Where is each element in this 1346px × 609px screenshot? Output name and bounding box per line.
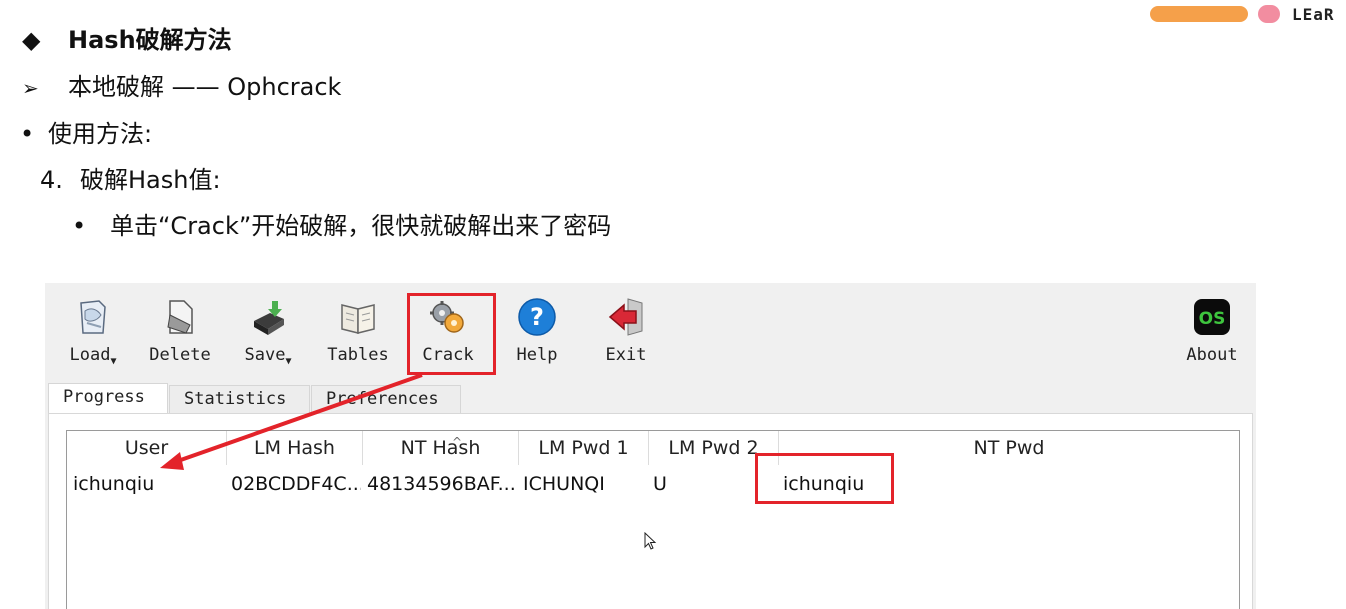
about-button[interactable]: OS About (1172, 297, 1252, 379)
hash-table: User ^ LM Hash NT Hash LM Pwd 1 LM Pwd 2 … (66, 430, 1240, 609)
logo-pill (1150, 6, 1248, 22)
step-text: 破解Hash值: (80, 166, 221, 194)
tables-button[interactable]: Tables (318, 297, 398, 379)
save-button[interactable]: Save▼ (228, 297, 308, 379)
slide-step: 4. 破解Hash值: (40, 160, 221, 195)
exit-label: Exit (605, 345, 647, 365)
ophcrack-window: Load▼ Delete Save▼ Tables Crack ? Help E… (45, 283, 1256, 609)
load-label: Load (69, 345, 111, 365)
about-icon: OS (1192, 297, 1232, 337)
help-button[interactable]: ? Help (497, 297, 577, 379)
column-header-lm-pwd-1[interactable]: LM Pwd 1 (519, 431, 649, 465)
about-label: About (1186, 345, 1238, 365)
column-header-nt-hash[interactable]: NT Hash (363, 431, 519, 465)
step-number: 4. (40, 166, 63, 194)
arrow-bullet-icon: ➢ (22, 76, 39, 100)
progress-panel: User ^ LM Hash NT Hash LM Pwd 1 LM Pwd 2 … (48, 413, 1253, 609)
subheading-text: 本地破解 —— Ophcrack (68, 73, 342, 101)
heading-text: Hash破解方法 (68, 26, 232, 54)
delete-button[interactable]: Delete (140, 297, 220, 379)
lm-hash-header-label: LM Hash (254, 437, 335, 459)
slide-heading: ◆ Hash破解方法 (22, 20, 232, 55)
dot-bullet-icon: • (72, 212, 87, 240)
crack-highlight-box (407, 293, 496, 375)
column-header-lm-hash[interactable]: ^ LM Hash (227, 431, 462, 465)
about-icon-text: OS (1199, 309, 1226, 329)
logo-text: LEaR (1292, 5, 1335, 24)
slide-subheading: ➢ 本地破解 —— Ophcrack (22, 67, 341, 102)
save-icon (248, 297, 288, 337)
tab-preferences[interactable]: Preferences (311, 385, 461, 413)
dropdown-caret-icon: ▼ (285, 356, 292, 367)
cell-nt-hash[interactable]: 48134596BAF... (367, 467, 519, 501)
dropdown-caret-icon: ▼ (110, 356, 117, 367)
load-button[interactable]: Load▼ (53, 297, 133, 379)
slide-usage: • 使用方法: (20, 114, 152, 149)
tables-icon (338, 297, 378, 337)
delete-icon (160, 297, 200, 337)
usage-text: 使用方法: (48, 120, 153, 148)
tab-progress[interactable]: Progress (48, 383, 168, 415)
load-icon (73, 297, 113, 337)
column-header-user[interactable]: User (67, 431, 227, 465)
tables-label: Tables (327, 345, 389, 365)
mouse-cursor-icon (644, 532, 657, 550)
cell-lm-pwd-1[interactable]: ICHUNQI (523, 467, 643, 501)
nt-pwd-highlight-box (755, 453, 894, 504)
svg-text:?: ? (530, 303, 544, 331)
help-icon: ? (517, 297, 557, 337)
help-label: Help (516, 345, 558, 365)
detail-text: 单击“Crack”开始破解，很快就破解出来了密码 (110, 212, 612, 240)
save-label: Save (244, 345, 286, 365)
logo-dot (1258, 5, 1280, 23)
tab-statistics[interactable]: Statistics (169, 385, 310, 413)
cell-lm-hash[interactable]: 02BCDDF4C... (231, 467, 361, 501)
diamond-bullet-icon: ◆ (22, 26, 41, 54)
delete-label: Delete (149, 345, 211, 365)
exit-button[interactable]: Exit (586, 297, 666, 379)
exit-icon (606, 297, 646, 337)
slide-detail: • 单击“Crack”开始破解，很快就破解出来了密码 (72, 206, 611, 241)
dot-bullet-icon: • (20, 120, 35, 148)
cell-user[interactable]: ichunqiu (73, 467, 223, 501)
